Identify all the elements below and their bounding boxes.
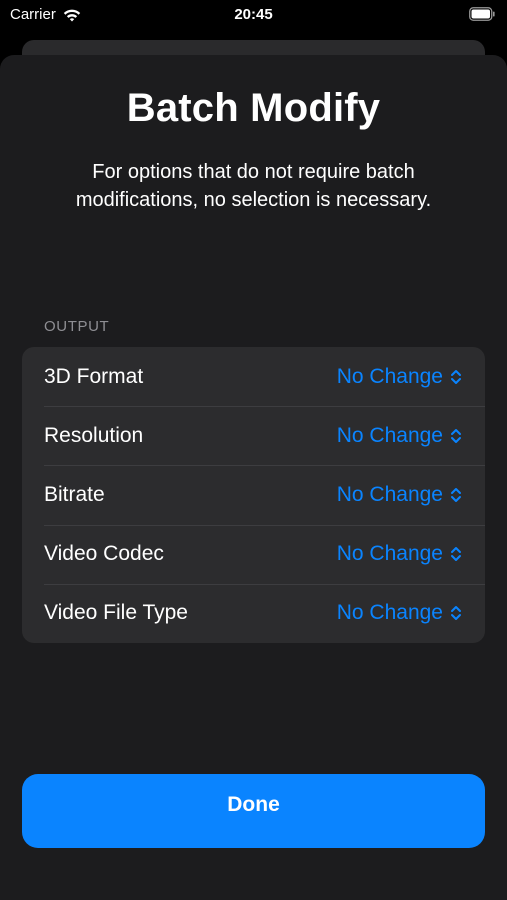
- chevron-up-down-icon: [451, 487, 461, 502]
- chevron-up-down-icon: [451, 428, 461, 443]
- output-settings-group: 3D Format No Change Resolution No Change…: [22, 347, 485, 643]
- row-label: Bitrate: [44, 482, 105, 506]
- row-label: 3D Format: [44, 364, 144, 388]
- row-video-file-type: Video File Type No Change: [22, 583, 485, 643]
- done-button[interactable]: Done: [22, 774, 485, 848]
- bitrate-picker[interactable]: No Change: [337, 483, 463, 507]
- screen: Carrier 20:45 Batch Modify For options t…: [0, 0, 507, 900]
- row-label: Video File Type: [44, 601, 188, 625]
- picker-value: No Change: [336, 542, 443, 566]
- status-bar: Carrier 20:45: [0, 0, 507, 32]
- chevron-up-down-icon: [451, 547, 461, 562]
- status-time: 20:45: [234, 6, 273, 23]
- video-file-type-picker[interactable]: No Change: [337, 601, 463, 625]
- resolution-picker[interactable]: No Change: [337, 424, 463, 448]
- 3d-format-picker[interactable]: No Change: [337, 365, 463, 389]
- row-bitrate: Bitrate No Change: [22, 465, 485, 524]
- page-title: Batch Modify: [126, 86, 381, 130]
- battery-icon: [469, 7, 495, 21]
- chevron-up-down-icon: [451, 369, 461, 384]
- row-label: Video Codec: [44, 542, 164, 566]
- picker-value: No Change: [336, 423, 443, 447]
- page-subtitle: For options that do not require batch mo…: [75, 161, 432, 211]
- row-3d-format: 3D Format No Change: [22, 347, 485, 406]
- section-header-output: OUTPUT: [44, 318, 110, 335]
- chevron-up-down-icon: [451, 606, 461, 621]
- picker-value: No Change: [336, 364, 443, 388]
- row-resolution: Resolution No Change: [22, 406, 485, 465]
- video-codec-picker[interactable]: No Change: [337, 542, 463, 566]
- row-label: Resolution: [44, 423, 144, 447]
- picker-value: No Change: [336, 601, 443, 625]
- picker-value: No Change: [336, 482, 443, 506]
- row-video-codec: Video Codec No Change: [22, 524, 485, 584]
